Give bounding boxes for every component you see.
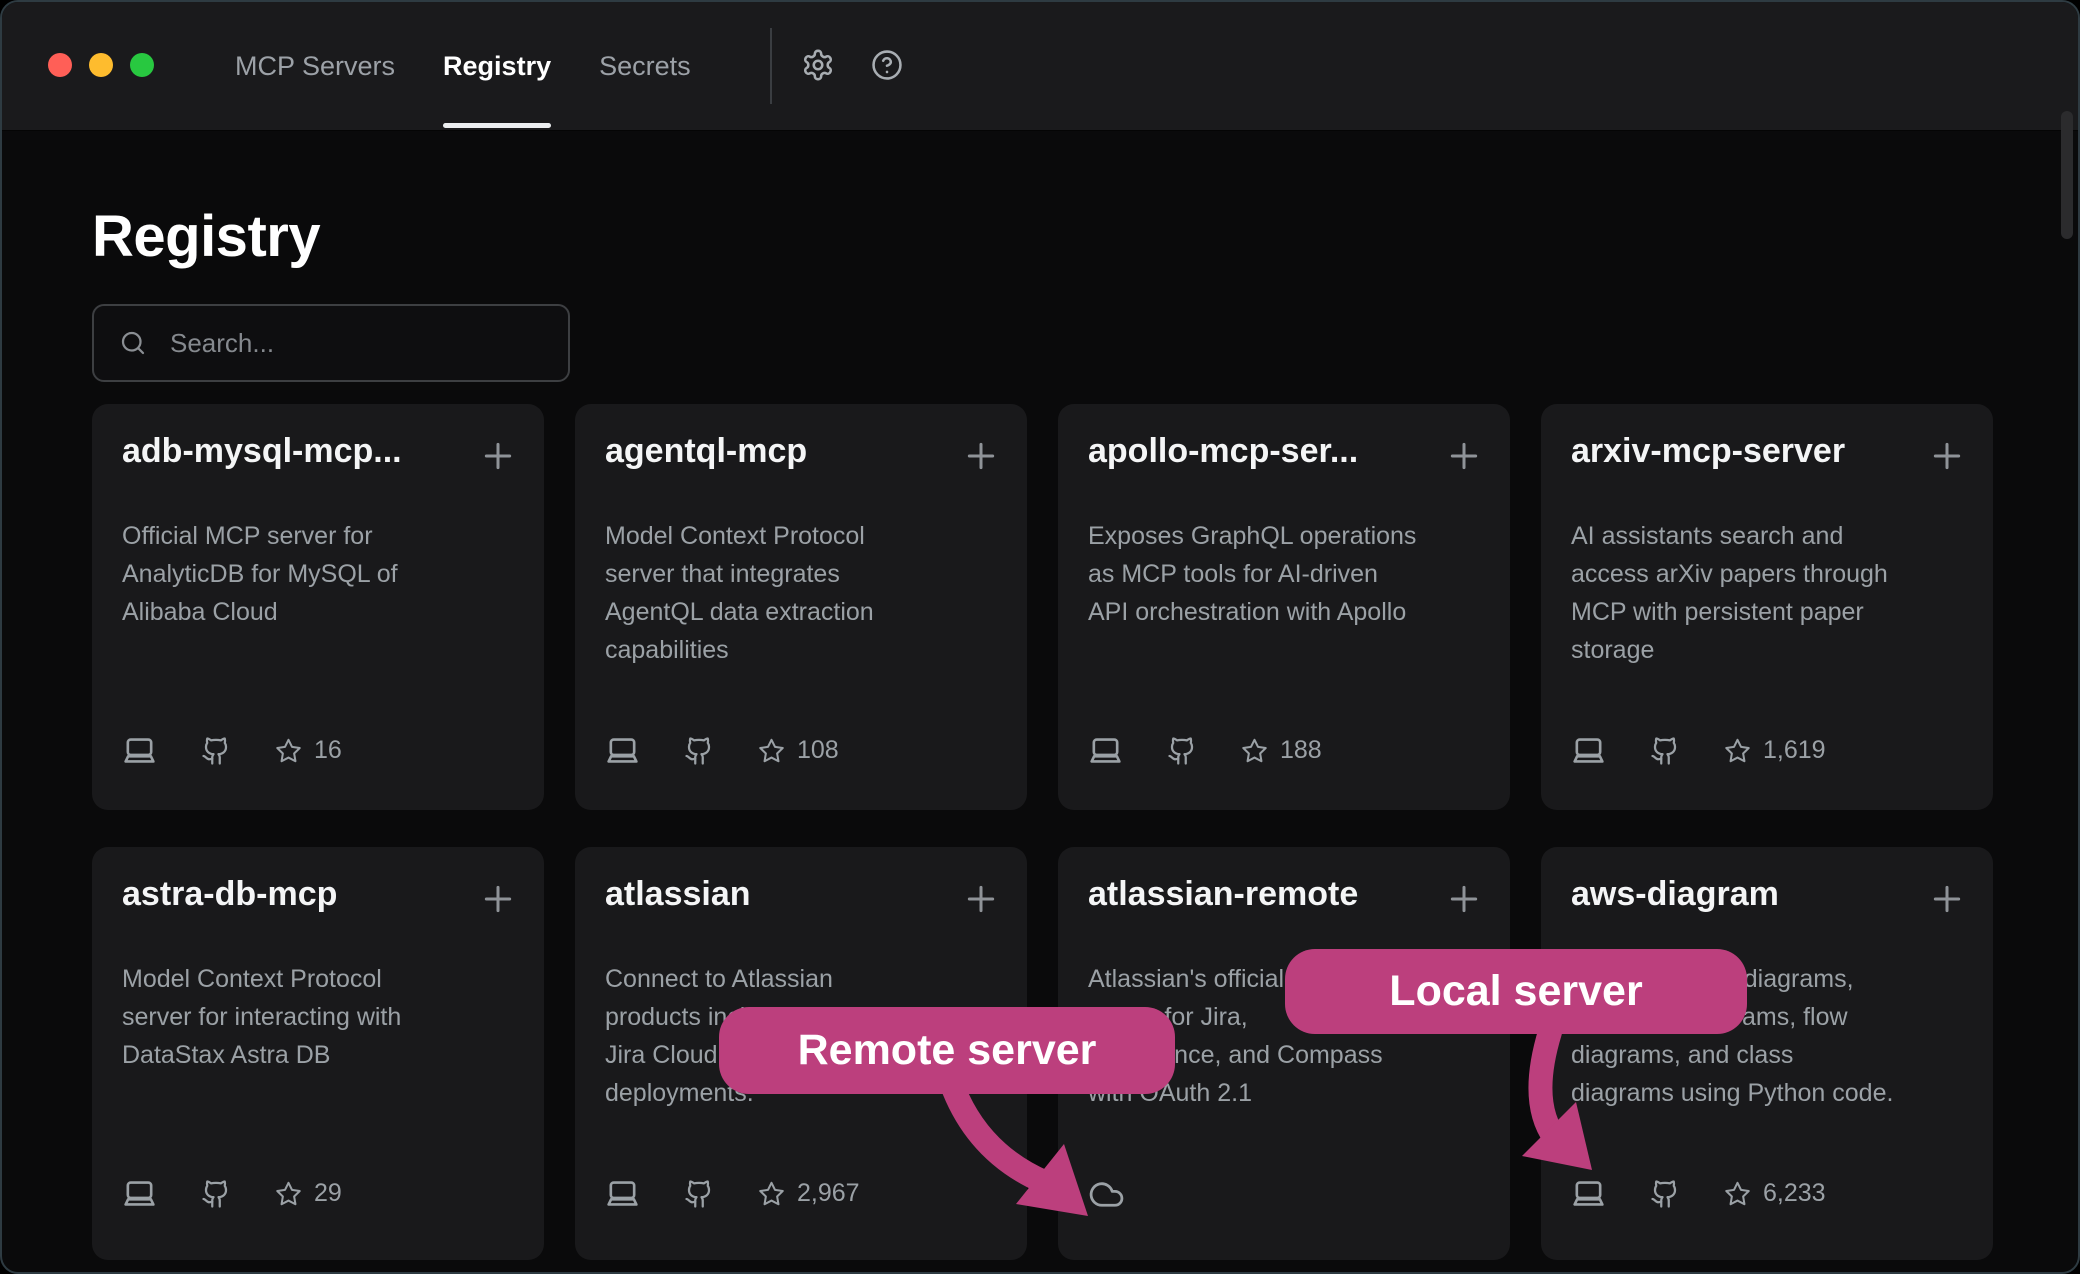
topbar-divider: [770, 28, 772, 104]
laptop-icon: [1571, 733, 1606, 768]
laptop-icon: [122, 733, 157, 768]
page-title: Registry: [92, 205, 320, 269]
server-description: Official MCP server for AnalyticDB for M…: [122, 517, 524, 631]
add-server-button[interactable]: [961, 879, 1001, 919]
star-count: 29: [314, 1179, 342, 1208]
server-card-aws-diagram[interactable]: aws-diagram Generate AWS diagrams, seque…: [1541, 847, 1993, 1260]
add-server-button[interactable]: [478, 436, 518, 476]
github-icon[interactable]: [684, 736, 714, 766]
card-footer: 6,233: [1571, 1176, 1826, 1211]
star-count: 16: [314, 736, 342, 765]
github-icon[interactable]: [684, 1179, 714, 1209]
star-count: 108: [797, 736, 839, 765]
server-description: AI assistants search and access arXiv pa…: [1571, 517, 1973, 669]
server-name: atlassian: [605, 875, 751, 914]
github-icon[interactable]: [1650, 736, 1680, 766]
star-count: 2,967: [797, 1179, 860, 1208]
add-server-button[interactable]: [1444, 436, 1484, 476]
github-icon[interactable]: [1167, 736, 1197, 766]
server-name: astra-db-mcp: [122, 875, 337, 914]
remote-server-label: Remote server: [798, 1026, 1097, 1075]
search-input[interactable]: [168, 327, 544, 360]
card-footer: 108: [605, 733, 839, 768]
tab-mcp-servers[interactable]: MCP Servers: [235, 2, 395, 130]
search-box: [92, 304, 570, 382]
search-icon: [118, 328, 148, 358]
add-server-button[interactable]: [1927, 436, 1967, 476]
remote-server-callout: Remote server: [719, 1007, 1175, 1094]
server-name: agentql-mcp: [605, 432, 807, 471]
titlebar: MCP Servers Registry Secrets: [2, 2, 2078, 131]
close-window-button[interactable]: [48, 53, 72, 77]
local-server-callout: Local server: [1285, 949, 1747, 1034]
star-icon: [1241, 737, 1268, 764]
tab-registry[interactable]: Registry: [443, 2, 551, 130]
server-card-arxiv[interactable]: arxiv-mcp-server AI assistants search an…: [1541, 404, 1993, 810]
add-server-button[interactable]: [1927, 879, 1967, 919]
server-description: Exposes GraphQL operations as MCP tools …: [1088, 517, 1490, 631]
server-name: atlassian-remote: [1088, 875, 1358, 914]
card-footer: 1,619: [1571, 733, 1826, 768]
server-name: apollo-mcp-ser...: [1088, 432, 1358, 471]
star-icon: [275, 737, 302, 764]
server-card-astra-db[interactable]: astra-db-mcp Model Context Protocol serv…: [92, 847, 544, 1260]
star-count: 1,619: [1763, 736, 1826, 765]
cloud-icon: [1088, 1176, 1125, 1213]
card-footer: 29: [122, 1176, 342, 1211]
card-footer: 16: [122, 733, 342, 768]
local-server-label: Local server: [1389, 967, 1642, 1016]
server-card-apollo[interactable]: apollo-mcp-ser... Exposes GraphQL operat…: [1058, 404, 1510, 810]
add-server-button[interactable]: [961, 436, 1001, 476]
laptop-icon: [605, 733, 640, 768]
settings-gear-icon[interactable]: [801, 48, 835, 82]
server-card-adb-mysql[interactable]: adb-mysql-mcp... Official MCP server for…: [92, 404, 544, 810]
github-icon[interactable]: [201, 1179, 231, 1209]
server-description: Model Context Protocol server for intera…: [122, 960, 524, 1074]
star-icon: [758, 737, 785, 764]
server-description: Model Context Protocol server that integ…: [605, 517, 1007, 669]
tab-secrets[interactable]: Secrets: [599, 2, 691, 130]
server-name: arxiv-mcp-server: [1571, 432, 1845, 471]
star-icon: [1724, 1180, 1751, 1207]
add-server-button[interactable]: [478, 879, 518, 919]
main-nav: MCP Servers Registry Secrets: [235, 2, 691, 130]
laptop-icon: [1571, 1176, 1606, 1211]
card-footer: [1088, 1176, 1125, 1213]
add-server-button[interactable]: [1444, 879, 1484, 919]
laptop-icon: [605, 1176, 640, 1211]
laptop-icon: [1088, 733, 1123, 768]
star-count: 6,233: [1763, 1179, 1826, 1208]
star-count: 188: [1280, 736, 1322, 765]
server-name: aws-diagram: [1571, 875, 1779, 914]
help-icon[interactable]: [870, 48, 904, 82]
traffic-lights: [48, 53, 154, 77]
minimize-window-button[interactable]: [89, 53, 113, 77]
github-icon[interactable]: [201, 736, 231, 766]
server-card-agentql[interactable]: agentql-mcp Model Context Protocol serve…: [575, 404, 1027, 810]
github-icon[interactable]: [1650, 1179, 1680, 1209]
zoom-window-button[interactable]: [130, 53, 154, 77]
star-icon: [758, 1180, 785, 1207]
laptop-icon: [122, 1176, 157, 1211]
scrollbar-thumb[interactable]: [2061, 111, 2073, 239]
star-icon: [1724, 737, 1751, 764]
card-footer: 2,967: [605, 1176, 860, 1211]
star-icon: [275, 1180, 302, 1207]
app-window: MCP Servers Registry Secrets Registry ad…: [0, 0, 2080, 1274]
server-name: adb-mysql-mcp...: [122, 432, 402, 471]
card-footer: 188: [1088, 733, 1322, 768]
